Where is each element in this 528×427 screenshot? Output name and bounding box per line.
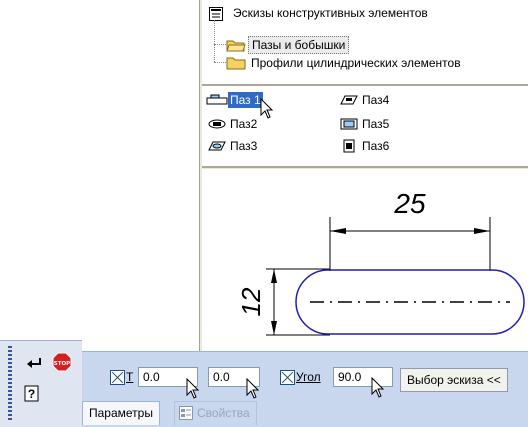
category-tree: Эскизы конструктивных элементов Пазы и б… bbox=[202, 0, 528, 86]
choose-sketch-button[interactable]: Выбор эскиза << bbox=[400, 368, 508, 392]
tree-item-label: Пазы и бобышки bbox=[248, 36, 350, 54]
tree-connector bbox=[214, 62, 226, 63]
mouse-cursor-icon bbox=[260, 98, 274, 119]
slot-sketch-icon bbox=[338, 139, 360, 153]
tree-connector bbox=[214, 44, 226, 45]
tree-item-label: Профили цилиндрических элементов bbox=[251, 56, 461, 70]
list-item-label: Паз2 bbox=[230, 117, 258, 131]
angle-checkbox[interactable] bbox=[280, 370, 295, 385]
help-icon[interactable]: ? bbox=[24, 385, 40, 403]
mouse-cursor-icon bbox=[371, 377, 385, 398]
list-item-label: Паз4 bbox=[362, 93, 390, 107]
sketch-item-list: Паз 1 Паз2 Паз3 Паз4 Паз5 Паз6 bbox=[202, 86, 528, 168]
sketch-preview: 25 12 bbox=[202, 169, 528, 362]
slot-sketch-icon bbox=[338, 117, 360, 131]
properties-icon bbox=[179, 406, 193, 420]
list-item-label: Паз5 bbox=[362, 117, 390, 131]
svg-text:STOP: STOP bbox=[54, 361, 70, 367]
list-item-label: Паз6 bbox=[362, 139, 390, 153]
list-item-label: Паз 1 bbox=[228, 92, 263, 108]
svg-text:?: ? bbox=[28, 387, 35, 401]
t-label: T bbox=[126, 370, 134, 384]
enter-arrow-icon[interactable] bbox=[26, 357, 42, 369]
slot-sketch-icon bbox=[206, 117, 228, 131]
slot-sketch-icon bbox=[206, 93, 228, 107]
slot-preview-drawing: 25 12 bbox=[236, 188, 525, 336]
sketch-library-dialog: Эскизы конструктивных элементов Пазы и б… bbox=[199, 0, 528, 362]
tab-properties[interactable]: Свойства bbox=[174, 401, 257, 425]
open-folder-icon bbox=[226, 38, 246, 57]
folder-icon bbox=[226, 56, 246, 75]
toolbar-grip[interactable] bbox=[8, 346, 12, 422]
tree-root-label: Эскизы конструктивных элементов bbox=[233, 6, 428, 20]
mouse-cursor-icon bbox=[246, 378, 260, 399]
list-item-label: Паз3 bbox=[230, 139, 258, 153]
tab-properties-label: Свойства bbox=[197, 406, 250, 420]
width-dimension-label: 25 bbox=[393, 188, 426, 219]
height-dimension-label: 12 bbox=[236, 287, 266, 316]
library-book-icon bbox=[208, 6, 224, 27]
stop-icon[interactable]: STOP bbox=[52, 352, 72, 372]
slot-sketch-icon bbox=[338, 93, 360, 107]
panel-tabs: Параметры Свойства bbox=[82, 399, 528, 426]
slot-sketch-icon bbox=[206, 139, 228, 153]
mouse-cursor-icon bbox=[186, 378, 200, 399]
t-checkbox[interactable] bbox=[110, 370, 125, 385]
tree-connector bbox=[214, 20, 215, 62]
tab-parameters[interactable]: Параметры bbox=[82, 401, 160, 425]
angle-label: Угол bbox=[296, 370, 321, 384]
